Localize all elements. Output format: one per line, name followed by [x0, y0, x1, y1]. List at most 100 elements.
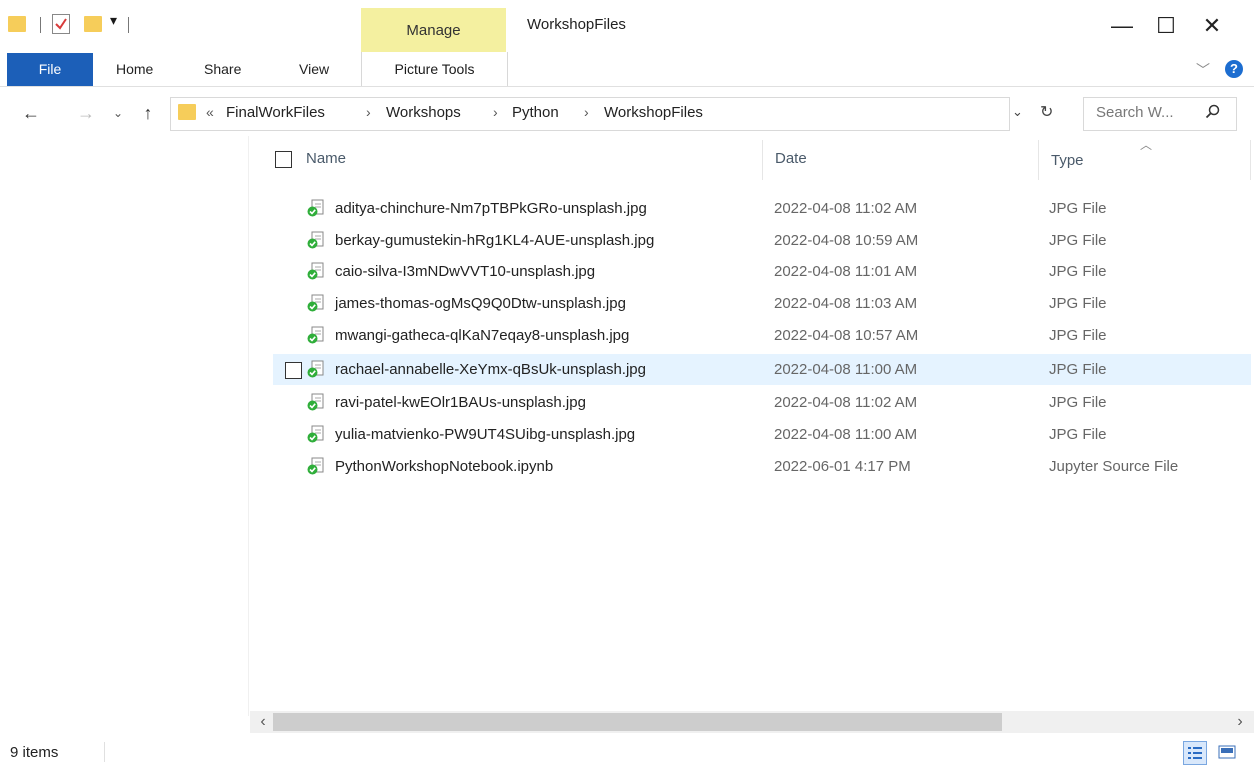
breadcrumb-workshopfiles[interactable]: WorkshopFiles: [604, 104, 703, 121]
qat-customize-icon[interactable]: ▾: [110, 12, 117, 29]
file-synced-icon: [307, 262, 324, 280]
file-row[interactable]: ravi-patel-kwEOlr1BAUs-unsplash.jpg 2022…: [273, 387, 1251, 418]
file-synced-icon: [307, 326, 324, 344]
file-date: 2022-04-08 11:00 AM: [774, 361, 918, 378]
navigation-pane-divider[interactable]: [248, 136, 249, 716]
minimize-button[interactable]: —: [1102, 6, 1142, 46]
file-row[interactable]: caio-silva-I3mNDwVVT10-unsplash.jpg 2022…: [273, 256, 1251, 287]
file-date: 2022-04-08 10:57 AM: [774, 327, 919, 344]
file-row[interactable]: PythonWorkshopNotebook.ipynb 2022-06-01 …: [273, 451, 1251, 482]
file-type: JPG File: [1049, 232, 1107, 249]
file-synced-icon: [307, 294, 324, 312]
properties-icon[interactable]: [52, 14, 70, 34]
file-date: 2022-04-08 11:00 AM: [774, 426, 918, 443]
tab-picture-tools[interactable]: Picture Tools: [361, 52, 508, 86]
file-date: 2022-04-08 11:01 AM: [774, 263, 918, 280]
tab-file[interactable]: File: [7, 53, 93, 86]
tab-share[interactable]: Share: [204, 52, 241, 86]
file-row[interactable]: mwangi-gatheca-qlKaN7eqay8-unsplash.jpg …: [273, 320, 1251, 351]
file-name: mwangi-gatheca-qlKaN7eqay8-unsplash.jpg: [335, 327, 630, 344]
file-date: 2022-04-08 11:02 AM: [774, 200, 918, 217]
new-folder-icon[interactable]: [84, 16, 102, 32]
close-button[interactable]: ✕: [1192, 6, 1232, 46]
refresh-icon[interactable]: ↻: [1040, 102, 1053, 122]
file-synced-icon: [307, 199, 324, 217]
file-name: james-thomas-ogMsQ9Q0Dtw-unsplash.jpg: [335, 295, 626, 312]
file-row[interactable]: yulia-matvienko-PW9UT4SUibg-unsplash.jpg…: [273, 419, 1251, 450]
breadcrumb-finalworkfiles[interactable]: FinalWorkFiles: [226, 104, 325, 121]
search-icon[interactable]: [1205, 104, 1221, 120]
column-header-date[interactable]: Date: [775, 150, 807, 167]
breadcrumb-separator[interactable]: ›: [366, 104, 371, 120]
file-type: JPG File: [1049, 327, 1107, 344]
search-placeholder: Search W...: [1096, 104, 1174, 121]
file-name: ravi-patel-kwEOlr1BAUs-unsplash.jpg: [335, 394, 586, 411]
breadcrumb-overflow[interactable]: «: [206, 104, 214, 120]
large-icons-view-icon[interactable]: [1216, 741, 1238, 763]
column-header-name[interactable]: Name: [306, 150, 346, 167]
back-arrow-icon[interactable]: ←: [20, 99, 42, 127]
file-date: 2022-06-01 4:17 PM: [774, 458, 911, 475]
file-type: JPG File: [1049, 295, 1107, 312]
folder-icon[interactable]: [8, 16, 26, 32]
file-date: 2022-04-08 11:02 AM: [774, 394, 918, 411]
tab-view[interactable]: View: [299, 52, 329, 86]
status-separator: [104, 742, 105, 762]
window-title: WorkshopFiles: [527, 16, 626, 33]
recent-locations-icon[interactable]: ⌄: [107, 99, 129, 127]
help-icon[interactable]: ?: [1225, 60, 1243, 78]
select-all-checkbox[interactable]: [275, 151, 292, 168]
ribbon-tabs: [0, 52, 1254, 87]
qat-separator: [128, 17, 129, 33]
breadcrumb-separator[interactable]: ›: [584, 104, 589, 120]
column-divider[interactable]: [762, 140, 763, 180]
file-name: aditya-chinchure-Nm7pTBPkGRo-unsplash.jp…: [335, 200, 647, 217]
file-name: PythonWorkshopNotebook.ipynb: [335, 458, 554, 475]
file-synced-icon: [307, 393, 324, 411]
file-type: JPG File: [1049, 426, 1107, 443]
column-divider[interactable]: [1038, 140, 1039, 180]
file-synced-icon: [307, 231, 324, 249]
file-row[interactable]: aditya-chinchure-Nm7pTBPkGRo-unsplash.jp…: [273, 193, 1251, 224]
file-row[interactable]: berkay-gumustekin-hRg1KL4-AUE-unsplash.j…: [273, 225, 1251, 256]
forward-arrow-icon[interactable]: →: [75, 99, 97, 127]
sort-ascending-icon: ︿: [1140, 138, 1153, 152]
item-count: 9 items: [10, 744, 59, 761]
file-synced-icon: [307, 457, 324, 475]
breadcrumb-workshops[interactable]: Workshops: [386, 104, 461, 121]
file-type: JPG File: [1049, 200, 1107, 217]
file-name: rachael-annabelle-XeYmx-qBsUk-unsplash.j…: [335, 361, 646, 378]
file-synced-icon: [307, 360, 324, 378]
row-checkbox[interactable]: [285, 362, 302, 379]
file-synced-icon: [307, 425, 324, 443]
title-bar: [0, 0, 1254, 52]
file-row[interactable]: james-thomas-ogMsQ9Q0Dtw-unsplash.jpg 20…: [273, 288, 1251, 319]
qat-separator: [40, 17, 41, 33]
file-row-hovered[interactable]: rachael-annabelle-XeYmx-qBsUk-unsplash.j…: [273, 354, 1251, 385]
up-arrow-icon[interactable]: ↑: [137, 99, 159, 127]
file-type: JPG File: [1049, 263, 1107, 280]
scroll-right-icon[interactable]: ›: [1230, 711, 1250, 733]
breadcrumb-separator[interactable]: ›: [493, 104, 498, 120]
file-name: yulia-matvienko-PW9UT4SUibg-unsplash.jpg: [335, 426, 636, 443]
details-view-icon[interactable]: [1183, 741, 1207, 765]
address-dropdown-icon[interactable]: ⌄: [1012, 104, 1023, 120]
manage-context-tab[interactable]: Manage: [361, 8, 506, 52]
file-date: 2022-04-08 11:03 AM: [774, 295, 918, 312]
manage-label: Manage: [406, 22, 461, 39]
tab-home[interactable]: Home: [116, 52, 153, 86]
ribbon-expand-icon[interactable]: ﹀: [1196, 60, 1210, 80]
file-date: 2022-04-08 10:59 AM: [774, 232, 919, 249]
column-divider[interactable]: [1250, 140, 1251, 180]
folder-icon: [178, 104, 196, 120]
column-header-type[interactable]: Type: [1051, 152, 1084, 169]
file-name: berkay-gumustekin-hRg1KL4-AUE-unsplash.j…: [335, 232, 655, 249]
file-type: JPG File: [1049, 394, 1107, 411]
file-name: caio-silva-I3mNDwVVT10-unsplash.jpg: [335, 263, 596, 280]
scroll-left-icon[interactable]: ‹: [253, 711, 273, 733]
file-type: Jupyter Source File: [1049, 458, 1179, 475]
scrollbar-thumb[interactable]: [273, 713, 1002, 731]
breadcrumb-python[interactable]: Python: [512, 104, 559, 121]
file-type: JPG File: [1049, 361, 1107, 378]
maximize-button[interactable]: ☐: [1146, 6, 1186, 46]
